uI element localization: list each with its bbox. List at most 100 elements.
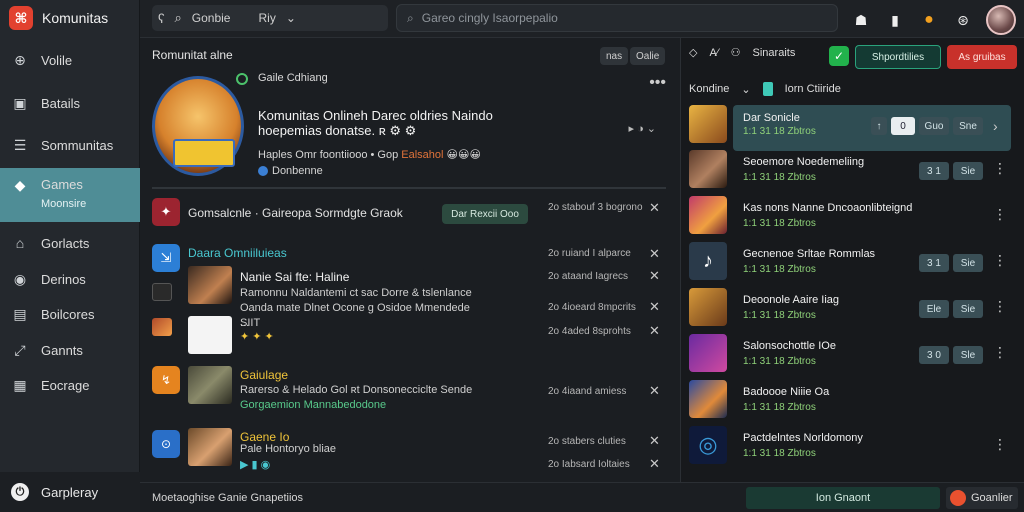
- hero-tag-label: Donbenne: [272, 165, 323, 177]
- more-icon[interactable]: ⋮: [993, 160, 1007, 177]
- panel-item-btn[interactable]: 0: [891, 117, 915, 135]
- post-thumbnail[interactable]: [188, 366, 232, 404]
- panel-item[interactable]: Seoemore Noedemeliing 1:1 31 18 Zbtros 3…: [681, 150, 1024, 196]
- sidebar-item-boilcores[interactable]: ▤ Boilcores: [0, 296, 140, 332]
- status-pill[interactable]: Dar Rexcii Ooo: [442, 204, 528, 224]
- panel-item-name: Dar Sonicle: [743, 112, 800, 124]
- diamond-icon[interactable]: ◇: [689, 46, 697, 59]
- post-thumbnail[interactable]: [188, 428, 232, 466]
- panel-item-btn[interactable]: 3 1: [919, 162, 949, 180]
- toolbar-filter-label[interactable]: Gonbie: [192, 11, 231, 25]
- secondary-button-label: Goanlier: [971, 492, 1013, 504]
- chevron-down-icon[interactable]: ⌄: [286, 11, 296, 25]
- groups-button[interactable]: As gruibas: [947, 45, 1017, 69]
- close-icon[interactable]: ✕: [649, 433, 660, 449]
- post-tag[interactable]: Gorgaemion Mannabedodone: [240, 398, 386, 413]
- translate-icon[interactable]: A⁄: [709, 47, 718, 59]
- secondary-button[interactable]: Goanlier: [946, 487, 1018, 509]
- search-icon: ⌕: [407, 10, 414, 25]
- search-input[interactable]: ⌕ Gareo cingly Isaorpepalio: [396, 4, 838, 32]
- close-icon[interactable]: ✕: [649, 323, 660, 339]
- more-icon[interactable]: ⋮: [993, 344, 1007, 361]
- sidebar-item-gannts[interactable]: ⤢ Gannts: [0, 332, 140, 368]
- reaction-icons[interactable]: ▶ ▮ ◉: [240, 458, 270, 473]
- sidebar-footer-item[interactable]: ⏻ Garpleray: [0, 472, 140, 512]
- help-icon[interactable]: ⊛: [952, 9, 974, 31]
- panel-item-meta: 1:1 31 18 Zbtros: [743, 356, 816, 367]
- avatar[interactable]: [986, 5, 1016, 35]
- sidebar-item-label: Gannts: [41, 342, 83, 358]
- game-icon: [152, 283, 172, 301]
- sidebar-item-sommunitas[interactable]: ☰ Sommunitas: [0, 127, 140, 163]
- close-icon[interactable]: ✕: [649, 456, 660, 472]
- panel-item-btn[interactable]: 3 1: [919, 254, 949, 272]
- panel-item-btn[interactable]: Sie: [953, 254, 983, 272]
- game-icon: [689, 150, 727, 188]
- game-icon: [689, 380, 727, 418]
- panel-item-btn[interactable]: 3 0: [919, 346, 949, 364]
- app-icon: ↯: [152, 366, 180, 394]
- sidebar-item-gorlacts[interactable]: ⌂ Gorlacts: [0, 225, 140, 261]
- hero-sub-accent[interactable]: Ealsahol: [401, 149, 443, 161]
- user-icon[interactable]: ⚇: [731, 46, 741, 59]
- panel-item-btn[interactable]: Sie: [953, 300, 983, 318]
- sidebar-item-volile[interactable]: ⊕ Volile: [0, 42, 140, 78]
- reaction-icons[interactable]: ✦ ✦ ✦: [240, 330, 274, 345]
- panel-sub-right[interactable]: Iorn Ctiiride: [785, 83, 841, 95]
- more-icon[interactable]: ⋮: [993, 206, 1007, 223]
- panel-item[interactable]: ♪ Gecnenoe Srltae Rommlas 1:1 31 18 Zbtr…: [681, 242, 1024, 288]
- chip-oalie[interactable]: Oalie: [630, 47, 666, 65]
- post-title[interactable]: Gaiulage: [240, 368, 288, 382]
- check-icon[interactable]: ✓: [829, 46, 849, 66]
- book-icon[interactable]: ▮: [884, 9, 906, 31]
- panel-item-btn[interactable]: Sie: [953, 162, 983, 180]
- close-icon[interactable]: ✕: [649, 246, 660, 262]
- panel-item[interactable]: Kas nons Nanne Dncoaonlibteignd 1:1 31 1…: [681, 196, 1024, 242]
- post-title[interactable]: Nanie Sai fte: Haline: [240, 270, 349, 284]
- panel-item[interactable]: ◎ Pactdelntes Norldomony 1:1 31 18 Zbtro…: [681, 426, 1024, 472]
- game-icon: [152, 318, 172, 336]
- coin-icon[interactable]: ●: [918, 9, 940, 31]
- close-icon[interactable]: ✕: [649, 383, 660, 399]
- close-icon[interactable]: ✕: [649, 268, 660, 284]
- panel-item-btn[interactable]: Sle: [953, 346, 983, 364]
- panel-item[interactable]: Deoonole Aaire Iiag 1:1 31 18 Zbtros Ele…: [681, 288, 1024, 334]
- panel-item-btn[interactable]: Sne: [953, 117, 983, 135]
- more-icon[interactable]: ⋮: [993, 298, 1007, 315]
- more-icon[interactable]: ⋮: [993, 436, 1007, 453]
- hero-controls[interactable]: ▸ ◑ ⌄: [629, 122, 657, 135]
- toolbar-dropdown-label[interactable]: Riy: [258, 11, 275, 25]
- close-icon[interactable]: ✕: [649, 200, 660, 216]
- brand[interactable]: ⌘ Komunitas: [0, 0, 139, 36]
- more-icon[interactable]: •••: [649, 74, 666, 92]
- panel-item-btn[interactable]: Guo: [919, 117, 949, 135]
- bell-icon[interactable]: ☗: [850, 9, 872, 31]
- image-icon: ▣: [13, 94, 27, 111]
- chevron-right-icon[interactable]: ›: [993, 118, 998, 134]
- search-icon[interactable]: ⌕: [175, 10, 182, 26]
- close-icon[interactable]: ✕: [649, 299, 660, 315]
- join-button[interactable]: Ion Gnaont: [746, 487, 940, 509]
- sidebar-item-games[interactable]: ◆ Games Moonsire: [0, 168, 140, 222]
- post-thumbnail[interactable]: [188, 266, 232, 304]
- panel-item-meta: 1:1 31 18 Zbtros: [743, 172, 816, 183]
- more-icon[interactable]: ⋮: [993, 252, 1007, 269]
- sidebar-item-batails[interactable]: ▣ Batails: [0, 85, 140, 121]
- sidebar-item-eocrage[interactable]: ▦ Eocrage: [0, 367, 140, 403]
- panel-item[interactable]: Badoooe Niiie Oa 1:1 31 18 Zbtros: [681, 380, 1024, 426]
- sidebar-item-label: Volile: [41, 52, 73, 68]
- game-icon: ◎: [689, 426, 727, 464]
- brush-icon[interactable]: ʕ: [158, 11, 165, 26]
- panel-sub-label[interactable]: Kondine: [689, 83, 729, 95]
- chevron-down-icon[interactable]: ⌄: [741, 83, 750, 96]
- panel-item[interactable]: Salonsochottle IOe 1:1 31 18 Zbtros 3 0 …: [681, 334, 1024, 380]
- chip-nas[interactable]: nas: [600, 47, 629, 65]
- hero-tag[interactable]: Donbenne: [258, 165, 323, 177]
- post-time: 2o Iabsard Ioltaies: [548, 459, 630, 470]
- prev-icon[interactable]: ↑: [871, 117, 887, 135]
- panel-item-btn[interactable]: Ele: [919, 300, 949, 318]
- panel-item[interactable]: Dar Sonicle 1:1 31 18 Zbtros ↑ 0 Guo Sne…: [681, 105, 1024, 151]
- sidebar-item-derinos[interactable]: ◉ Derinos: [0, 261, 140, 297]
- shortcuts-button[interactable]: Shpordtilies: [855, 45, 941, 69]
- post-thumbnail[interactable]: [188, 316, 232, 354]
